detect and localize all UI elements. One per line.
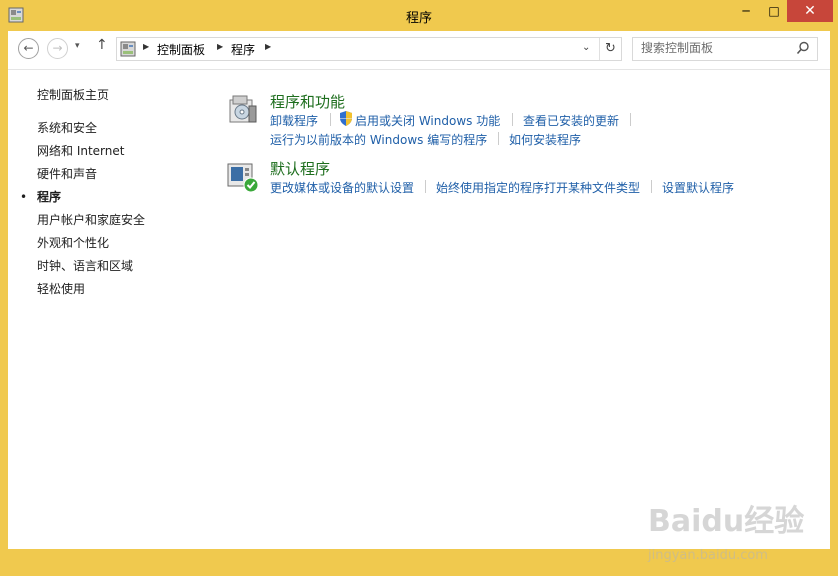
category-default-programs[interactable]: 默认程序	[270, 158, 330, 179]
programs-features-icon[interactable]	[227, 94, 259, 126]
window-title: 程序	[405, 11, 432, 26]
watermark-brand: Baidu经验	[648, 504, 805, 539]
forward-button[interactable]: →	[47, 38, 68, 59]
breadcrumb-arrow-icon[interactable]: ▶	[217, 42, 223, 51]
link-view-installed-updates[interactable]: 查看已安装的更新	[523, 112, 619, 129]
link-how-to-install[interactable]: 如何安装程序	[509, 131, 581, 148]
sidebar-item-programs[interactable]: 程序	[37, 188, 61, 205]
title-bar: 程序 ─ □ ✕	[0, 0, 838, 31]
sidebar-item-appearance[interactable]: 外观和个性化	[37, 234, 109, 251]
breadcrumb-control-panel[interactable]: 控制面板	[157, 41, 205, 58]
link-windows-features[interactable]: 启用或关闭 Windows 功能	[355, 112, 500, 129]
sidebar-item-system-security[interactable]: 系统和安全	[37, 119, 97, 136]
link-change-media-defaults[interactable]: 更改媒体或设备的默认设置	[270, 179, 414, 196]
link-separator	[498, 132, 499, 145]
link-uninstall-program[interactable]: 卸载程序	[270, 112, 318, 129]
breadcrumb-arrow-icon[interactable]: ▶	[265, 42, 271, 51]
default-programs-icon[interactable]	[227, 162, 259, 194]
maximize-button[interactable]: □	[760, 0, 788, 22]
minimize-button[interactable]: ─	[732, 0, 760, 22]
up-button[interactable]: ↑	[96, 37, 108, 53]
link-separator	[512, 113, 513, 126]
sidebar-item-network-internet[interactable]: 网络和 Internet	[37, 142, 124, 159]
link-separator	[651, 180, 652, 193]
sidebar-item-clock-language-region[interactable]: 时钟、语言和区域	[37, 257, 133, 274]
refresh-button[interactable]: ↻	[599, 38, 621, 60]
address-dropdown-icon[interactable]: ⌄	[582, 42, 590, 53]
navigation-bar: ← → ▾ ↑ ▶ 控制面板 ▶ 程序 ▶ ⌄ ↻	[8, 31, 830, 70]
active-item-bullet: •	[20, 190, 28, 204]
link-separator	[330, 113, 331, 126]
category-programs-features[interactable]: 程序和功能	[270, 91, 345, 112]
sidebar-item-hardware-sound[interactable]: 硬件和声音	[37, 165, 97, 182]
link-separator	[630, 113, 631, 126]
search-input[interactable]	[633, 38, 791, 58]
address-bar[interactable]: ▶ 控制面板 ▶ 程序 ▶ ⌄ ↻	[116, 37, 622, 61]
link-set-default-programs[interactable]: 设置默认程序	[662, 179, 734, 196]
link-file-type-association[interactable]: 始终使用指定的程序打开某种文件类型	[436, 179, 640, 196]
link-run-older-programs[interactable]: 运行为以前版本的 Windows 编写的程序	[270, 131, 487, 148]
breadcrumb-arrow-icon[interactable]: ▶	[143, 42, 149, 51]
link-separator	[425, 180, 426, 193]
sidebar-item-user-accounts[interactable]: 用户帐户和家庭安全	[37, 211, 145, 228]
uac-shield-icon	[340, 111, 352, 126]
close-button[interactable]: ✕	[787, 0, 833, 22]
sidebar-item-ease-of-access[interactable]: 轻松使用	[37, 280, 85, 297]
watermark-url: jingyan.baidu.com	[648, 548, 768, 563]
sidebar-item-control-panel-home[interactable]: 控制面板主页	[37, 86, 109, 103]
window-content: ← → ▾ ↑ ▶ 控制面板 ▶ 程序 ▶ ⌄ ↻ 控制面	[8, 31, 830, 563]
baidu-watermark: Baidu经验 jingyan.baidu.com	[648, 496, 808, 576]
search-icon[interactable]	[796, 41, 810, 55]
recent-locations-dropdown[interactable]: ▾	[75, 41, 80, 51]
search-box[interactable]	[632, 37, 818, 61]
back-button[interactable]: ←	[18, 38, 39, 59]
breadcrumb-programs[interactable]: 程序	[231, 41, 255, 58]
control-panel-icon	[120, 41, 136, 57]
